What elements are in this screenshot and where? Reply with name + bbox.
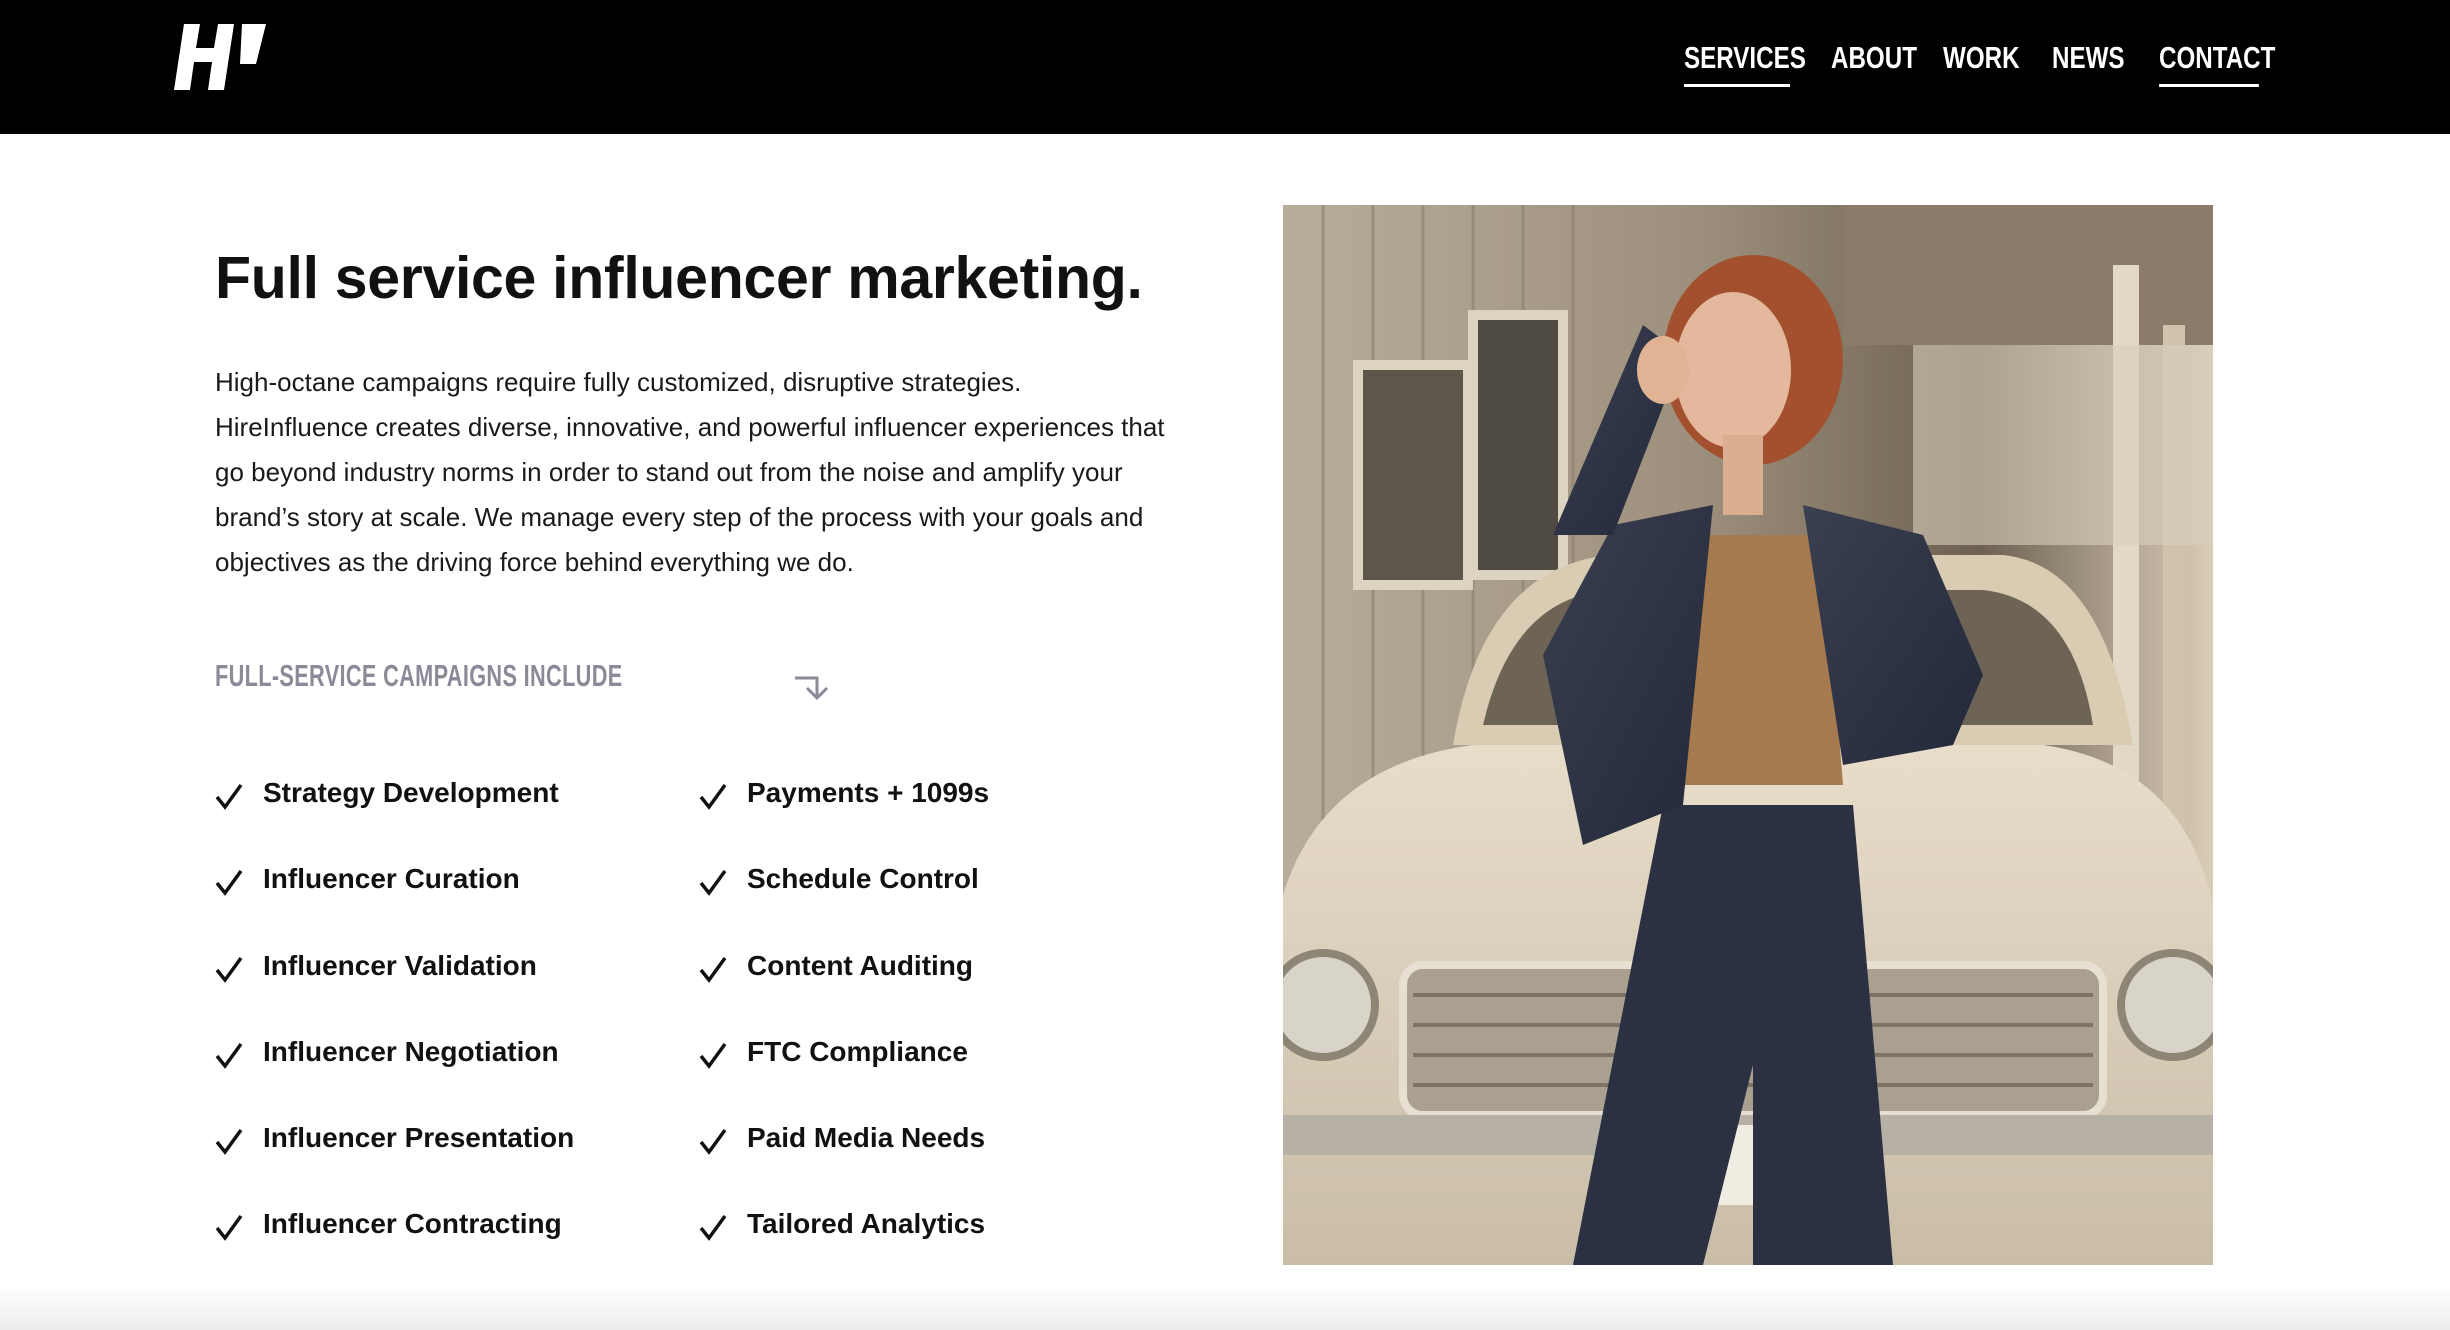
page-title: Full service influencer marketing. <box>215 245 1143 311</box>
campaigns-label: FULL-SERVICE CAMPAIGNS INCLUDE <box>215 658 623 693</box>
section-divider <box>0 1285 2450 1330</box>
feature-label: Strategy Development <box>263 777 559 808</box>
checkmark-icon <box>699 956 727 983</box>
feature-label: Influencer Contracting <box>263 1208 562 1239</box>
nav-services[interactable]: SERVICES <box>1684 40 1806 87</box>
checkmark-icon <box>699 1214 727 1241</box>
checkmark-icon <box>215 956 243 983</box>
checkmark-icon <box>215 1214 243 1241</box>
campaigns-heading: FULL-SERVICE CAMPAIGNS INCLUDE <box>215 658 829 701</box>
nav-about[interactable]: ABOUT <box>1831 40 1917 76</box>
feature-label: Schedule Control <box>747 863 979 894</box>
checkmark-icon <box>215 783 243 810</box>
nav-contact[interactable]: CONTACT <box>2159 40 2275 87</box>
checkmark-icon <box>699 1128 727 1155</box>
feature-label: Influencer Validation <box>263 950 537 981</box>
feature-label: Influencer Negotiation <box>263 1036 559 1067</box>
checkmark-icon <box>699 1042 727 1069</box>
nav-news[interactable]: NEWS <box>2052 40 2125 76</box>
hireinfluence-logo[interactable] <box>170 24 266 90</box>
feature-label: Payments + 1099s <box>747 777 990 808</box>
feature-label: Influencer Curation <box>263 863 520 894</box>
active-underline <box>1684 84 1791 87</box>
intro-paragraph: High-octane campaigns require fully cust… <box>215 367 1165 577</box>
site-header: SERVICES ABOUT WORK NEWS CONTACT <box>0 0 2450 134</box>
checkmark-icon <box>215 1042 243 1069</box>
feature-label: Content Auditing <box>747 950 974 981</box>
arrow-down-right-icon <box>795 676 829 701</box>
feature-label: Influencer Presentation <box>263 1122 575 1153</box>
checkmark-icon <box>215 1128 243 1155</box>
active-underline <box>2159 84 2259 87</box>
checkmark-icon <box>215 869 243 896</box>
feature-label: FTC Compliance <box>747 1036 968 1067</box>
feature-label: Tailored Analytics <box>747 1208 986 1239</box>
checkmark-icon <box>699 783 727 810</box>
checkmark-icon <box>699 869 727 896</box>
hero-photo <box>1283 205 2213 1265</box>
nav-work[interactable]: WORK <box>1943 40 2020 76</box>
feature-label: Paid Media Needs <box>747 1122 986 1153</box>
